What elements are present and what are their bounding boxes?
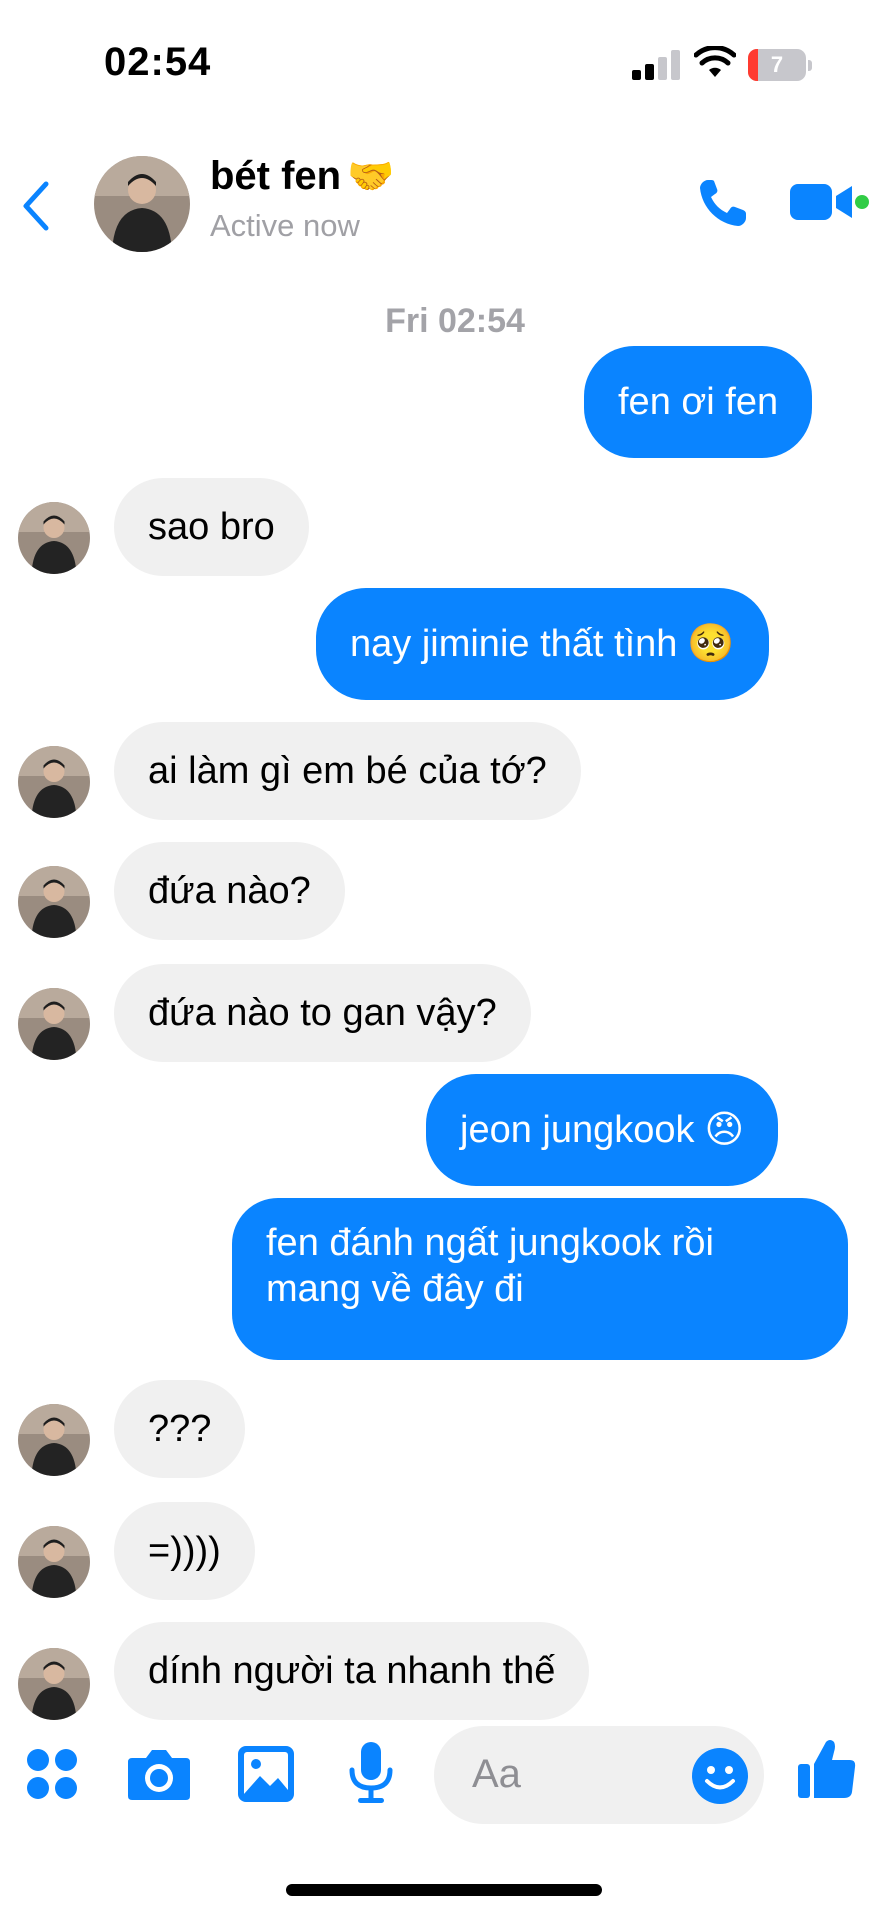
camera-icon[interactable]	[126, 1746, 192, 1802]
sender-avatar[interactable]	[18, 988, 90, 1060]
sender-avatar[interactable]	[18, 502, 90, 574]
apps-grid-icon[interactable]	[24, 1746, 80, 1802]
emoji-smiley-icon[interactable]	[690, 1746, 750, 1806]
angry-face-emoji: 😠	[704, 1109, 745, 1151]
sender-avatar[interactable]	[18, 1404, 90, 1476]
thumbs-up-icon[interactable]	[796, 1736, 858, 1802]
incoming-message[interactable]: ???	[114, 1380, 246, 1478]
sender-avatar[interactable]	[18, 866, 90, 938]
handshake-emoji: 🤝	[347, 156, 395, 198]
video-camera-icon[interactable]	[790, 178, 870, 226]
battery-low-icon: 7	[748, 49, 812, 81]
sender-avatar[interactable]	[18, 1648, 90, 1720]
outgoing-message[interactable]: nay jiminie thất tình 🥺	[316, 588, 769, 700]
battery-level: 7	[770, 52, 784, 77]
photo-gallery-icon[interactable]	[236, 1744, 296, 1804]
incoming-message[interactable]: đứa nào?	[114, 842, 345, 940]
incoming-message[interactable]: đứa nào to gan vậy?	[114, 964, 531, 1062]
conversation-timestamp: Fri 02:54	[385, 302, 525, 340]
outgoing-message[interactable]: fen đánh ngất jungkook rồi mang về đây đ…	[232, 1198, 848, 1360]
chat-header: bét fen 🤝 Active now	[0, 140, 886, 270]
message-composer: Aa	[0, 1716, 886, 1836]
incoming-message[interactable]: =))))	[114, 1502, 255, 1600]
outgoing-message[interactable]: jeon jungkook 😠	[426, 1074, 779, 1186]
pleading-face-emoji: 🥺	[687, 623, 735, 665]
contact-name[interactable]: bét fen 🤝	[210, 154, 394, 199]
incoming-message[interactable]: ai làm gì em bé của tớ?	[114, 722, 581, 820]
message-input-placeholder: Aa	[472, 1752, 521, 1796]
contact-status: Active now	[210, 208, 360, 243]
microphone-icon[interactable]	[346, 1740, 396, 1806]
outgoing-message[interactable]: fen ơi fen	[584, 346, 813, 458]
wifi-icon	[694, 46, 736, 77]
back-chevron-icon[interactable]	[14, 176, 58, 236]
status-bar: 02:54 7	[0, 0, 886, 120]
message-input[interactable]: Aa	[434, 1726, 764, 1824]
home-indicator[interactable]	[286, 1884, 602, 1896]
cellular-signal-icon	[632, 50, 680, 80]
active-status-dot	[855, 195, 869, 209]
sender-avatar[interactable]	[18, 746, 90, 818]
contact-avatar[interactable]	[94, 156, 190, 252]
messenger-chat-screen: 02:54 7 bét fen 🤝 Active now Fri 02:54 f…	[0, 0, 886, 1920]
phone-icon[interactable]	[694, 174, 752, 232]
incoming-message[interactable]: dính người ta nhanh thế	[114, 1622, 590, 1720]
status-time: 02:54	[104, 40, 212, 84]
incoming-message[interactable]: sao bro	[114, 478, 309, 576]
sender-avatar[interactable]	[18, 1526, 90, 1598]
